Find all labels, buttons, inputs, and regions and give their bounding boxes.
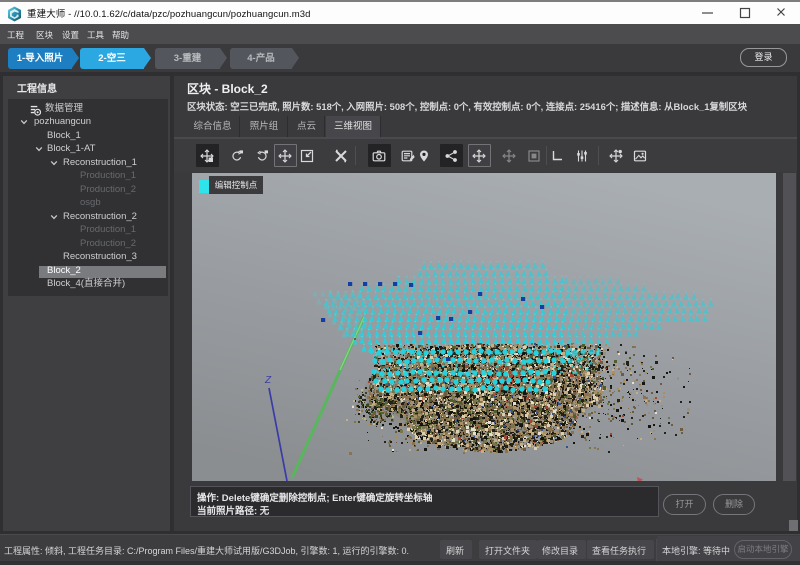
svg-text:Z: Z [264,375,272,386]
